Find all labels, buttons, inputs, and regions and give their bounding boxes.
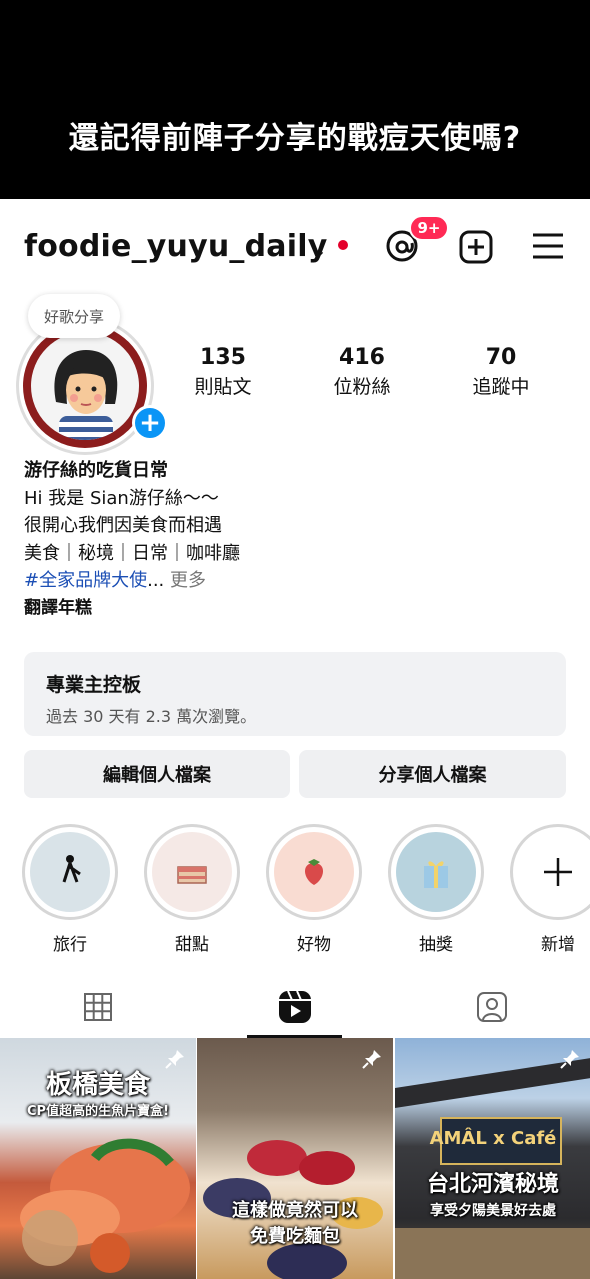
translate-link[interactable]: 翻譯年糕 [24, 595, 564, 623]
highlight-dessert[interactable]: 甜點 [142, 824, 242, 955]
highlight-label: 好物 [297, 935, 331, 955]
share-profile-button[interactable]: 分享個人檔案 [299, 750, 566, 798]
plus-icon [544, 858, 572, 886]
bio-line: 很開心我們因美食而相遇 [24, 515, 222, 536]
video-caption-banner: 還記得前陣子分享的戰痘天使嗎? [0, 0, 590, 199]
profile-header: foodie_yuyu_daily ⌄ 9+ [0, 199, 590, 295]
followers-label: 位粉絲 [333, 376, 391, 398]
followers-count: 416 [339, 345, 385, 370]
tab-posts-grid[interactable] [0, 976, 196, 1038]
profile-avatar-area: 好歌分享 + [14, 291, 168, 455]
banner-caption: 還記得前陣子分享的戰痘天使嗎? [68, 120, 522, 156]
strawberry-icon [304, 859, 324, 885]
professional-dashboard[interactable]: 專業主控板 過去 30 天有 2.3 萬次瀏覽。 [24, 652, 566, 736]
menu-icon[interactable] [530, 230, 566, 262]
following-stat[interactable]: 70 追蹤中 [446, 345, 556, 399]
reels-icon [279, 990, 311, 1023]
bio-hashtag-line: #全家品牌大使... 更多 [24, 567, 564, 595]
more-link[interactable]: 更多 [164, 570, 206, 591]
post-subtitle: 免費吃麵包 [250, 1226, 340, 1247]
avatar[interactable] [23, 324, 147, 448]
gift-icon [424, 861, 448, 888]
posts-label: 則貼文 [194, 376, 252, 398]
note-bubble[interactable]: 好歌分享 [28, 294, 121, 338]
add-story-icon[interactable]: + [132, 405, 168, 441]
post-subtitle: 享受夕陽美景好去處 [430, 1203, 556, 1219]
post-thumbnail [395, 1058, 590, 1279]
posts-stat[interactable]: 135 則貼文 [168, 345, 278, 399]
highlight-label: 甜點 [175, 935, 209, 955]
bio-line: Hi 我是 Sian游仔絲～～ [24, 487, 219, 509]
tab-tagged[interactable] [394, 976, 590, 1038]
dashboard-title: 專業主控板 [46, 674, 142, 696]
posts-count: 135 [200, 345, 246, 370]
highlight-label: 抽獎 [419, 935, 453, 955]
tagged-icon [477, 992, 507, 1022]
post-tile[interactable]: 這樣做竟然可以 免費吃麵包 [197, 1038, 393, 1279]
post-subtitle: CP值超高的生魚片寶盒! [27, 1104, 169, 1119]
highlight-travel[interactable]: 旅行 [20, 824, 120, 955]
post-tile[interactable]: AMÂL x Café 台北河濱秘境 享受夕陽美景好去處 [395, 1038, 590, 1279]
highlight-label: 新增 [541, 935, 575, 955]
highlight-new[interactable]: 新增 [508, 824, 590, 955]
followers-stat[interactable]: 416 位粉絲 [307, 345, 417, 399]
dashboard-subtitle: 過去 30 天有 2.3 萬次瀏覽。 [46, 707, 257, 726]
edit-profile-button[interactable]: 編輯個人檔案 [24, 750, 290, 798]
pin-icon [362, 1050, 381, 1069]
reels-grid: 板橋美食 CP值超高的生魚片寶盒! 這樣做竟然可以 免費吃麵包 AMÂL x C… [0, 1038, 590, 1279]
pin-icon [560, 1050, 579, 1069]
highlight-giveaway[interactable]: 抽獎 [386, 824, 486, 955]
highlight-goods[interactable]: 好物 [264, 824, 364, 955]
bio-ellipsis: ... [147, 570, 165, 591]
following-label: 追蹤中 [472, 376, 530, 398]
cake-icon [177, 866, 207, 884]
walking-person-icon [62, 855, 81, 883]
bio-line: 美食｜秘境｜日常｜咖啡廳 [24, 542, 240, 564]
tab-reels[interactable] [197, 976, 393, 1038]
avatar-illustration [54, 350, 118, 440]
threads-badge: 9+ [409, 215, 449, 241]
display-name: 游仔絲的吃貨日常 [24, 460, 168, 481]
post-title: 這樣做竟然可以 [232, 1200, 358, 1221]
hashtag-link[interactable]: #全家品牌大使 [24, 570, 147, 591]
pin-icon [165, 1050, 184, 1069]
post-tile[interactable]: 板橋美食 CP值超高的生魚片寶盒! [0, 1038, 196, 1279]
profile-bio: 游仔絲的吃貨日常 Hi 我是 Sian游仔絲～～ 很開心我們因美食而相遇 美食｜… [24, 457, 564, 622]
username-switcher[interactable]: foodie_yuyu_daily [24, 229, 327, 264]
create-post-icon[interactable] [458, 229, 494, 265]
content-tabs [0, 976, 590, 1038]
post-title: 台北河濱秘境 [426, 1172, 559, 1197]
notification-dot [338, 240, 348, 250]
chevron-down-icon[interactable]: ⌄ [313, 241, 326, 260]
highlight-label: 旅行 [53, 935, 87, 955]
grid-icon [84, 993, 112, 1021]
following-count: 70 [485, 345, 517, 370]
shop-sign: AMÂL x Café [429, 1128, 557, 1149]
